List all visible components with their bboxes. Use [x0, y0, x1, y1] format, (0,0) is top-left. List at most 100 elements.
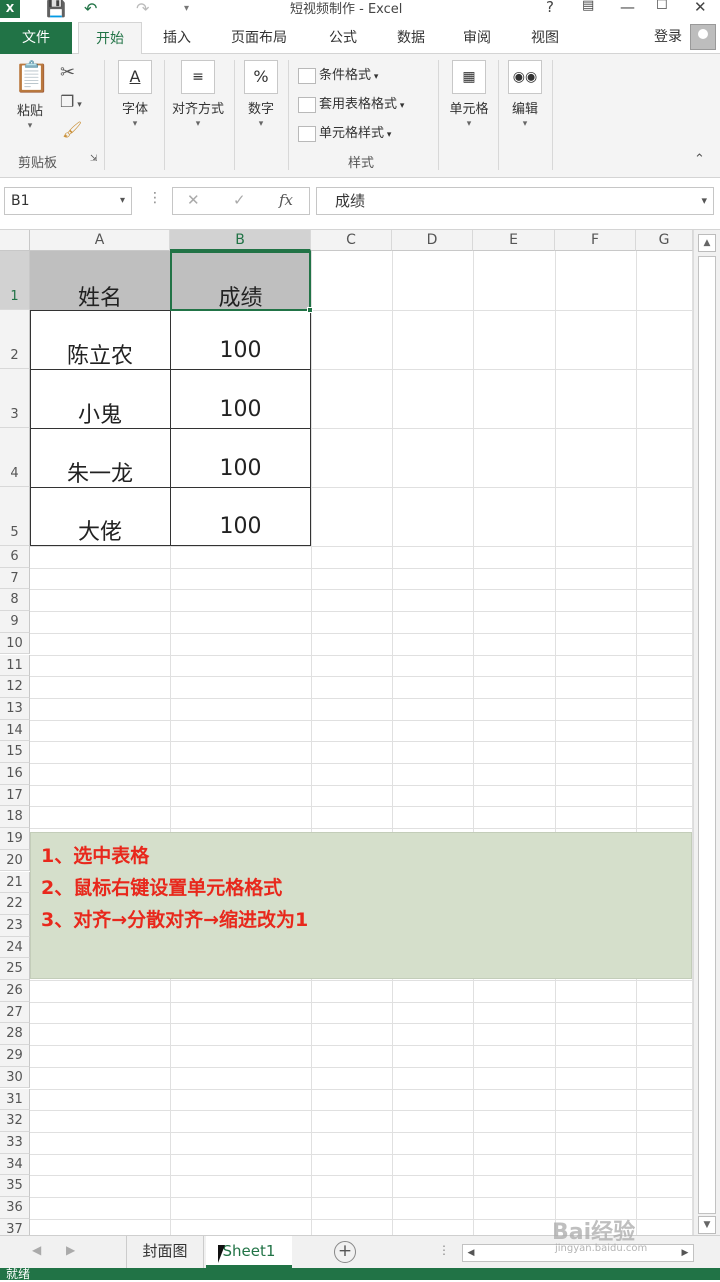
row-header[interactable]: 9 [0, 611, 30, 633]
row-header[interactable]: 30 [0, 1066, 30, 1089]
row-header[interactable]: 32 [0, 1110, 30, 1132]
maximize-icon[interactable]: ☐ [656, 0, 668, 13]
cell-a5[interactable]: 大佬 [30, 514, 170, 546]
tab-data[interactable]: 数据 [384, 22, 438, 54]
row-header[interactable]: 18 [0, 806, 30, 829]
paste-button[interactable]: 📋 粘贴 ▾ [10, 62, 50, 132]
formula-input[interactable]: 成绩 ▾ [316, 187, 714, 215]
format-painter-icon[interactable]: 🖌 [62, 120, 82, 139]
cut-icon[interactable]: ✂ [60, 62, 75, 83]
prev-sheet-icon[interactable]: ◀ [32, 1243, 41, 1257]
row-header[interactable]: 16 [0, 763, 30, 785]
tab-view[interactable]: 视图 [518, 22, 572, 54]
scroll-left-icon[interactable]: ◀ [463, 1245, 479, 1261]
row-header[interactable]: 19 [0, 828, 30, 850]
row-header[interactable]: 14 [0, 719, 30, 742]
cell-a1[interactable]: 姓名 [30, 280, 170, 312]
cell-b4[interactable]: 100 [170, 456, 311, 481]
row-header[interactable]: 26 [0, 980, 30, 1002]
row-header[interactable]: 3 [0, 369, 30, 428]
scroll-right-icon[interactable]: ▶ [677, 1245, 693, 1261]
cancel-icon[interactable]: ✕ [187, 191, 200, 209]
instruction-note[interactable]: 1、选中表格 2、鼠标右键设置单元格格式 3、对齐→分散对齐→缩进改为1 [30, 832, 692, 979]
alignment-button[interactable]: ≡ 对齐方式 ▾ [166, 60, 230, 129]
ribbon-display-options-icon[interactable]: ▤ [582, 0, 594, 13]
scroll-down-icon[interactable]: ▼ [698, 1216, 716, 1234]
row-header[interactable]: 25 [0, 958, 30, 980]
save-icon[interactable]: 💾 [46, 0, 66, 18]
cell-b5[interactable]: 100 [170, 514, 311, 539]
login-link[interactable]: 登录 [654, 22, 682, 52]
insert-function-icon[interactable]: fx [279, 191, 293, 209]
select-all-corner[interactable] [0, 230, 30, 251]
row-header[interactable]: 5 [0, 487, 30, 546]
cell-a3[interactable]: 小鬼 [30, 397, 170, 429]
enter-icon[interactable]: ✓ [233, 191, 246, 209]
column-header-b[interactable]: B [170, 230, 311, 251]
row-header[interactable]: 11 [0, 654, 30, 677]
redo-icon[interactable]: ↷ [136, 0, 149, 18]
row-header[interactable]: 17 [0, 784, 30, 807]
column-header-f[interactable]: F [555, 230, 636, 251]
row-header[interactable]: 36 [0, 1197, 30, 1219]
row-header[interactable]: 1 [0, 251, 30, 310]
row-header[interactable]: 27 [0, 1001, 30, 1024]
cells-button[interactable]: ▦ 单元格 ▾ [444, 60, 494, 129]
row-header[interactable]: 33 [0, 1131, 30, 1154]
column-header-c[interactable]: C [311, 230, 392, 251]
row-header[interactable]: 37 [0, 1218, 30, 1235]
dialog-launcher-icon[interactable]: ⇲ [90, 154, 98, 164]
column-header-g[interactable]: G [636, 230, 693, 251]
vertical-scrollbar[interactable]: ▲ ▼ [693, 230, 720, 1235]
tab-home[interactable]: 开始 [78, 22, 142, 55]
row-header[interactable]: 13 [0, 697, 30, 720]
cell-b3[interactable]: 100 [170, 397, 311, 422]
add-sheet-icon[interactable]: + [334, 1241, 356, 1263]
cell-style-button[interactable]: 单元格样式 ▾ [298, 122, 391, 142]
customize-toolbar-icon[interactable]: ▾ [184, 0, 189, 18]
row-header[interactable]: 2 [0, 310, 30, 369]
row-header[interactable]: 31 [0, 1088, 30, 1111]
conditional-format-button[interactable]: 条件格式 ▾ [298, 64, 378, 84]
font-button[interactable]: A 字体 ▾ [114, 60, 156, 129]
tab-formulas[interactable]: 公式 [316, 22, 370, 54]
row-header[interactable]: 10 [0, 632, 30, 655]
row-header[interactable]: 8 [0, 589, 30, 612]
row-header[interactable]: 21 [0, 871, 30, 894]
row-header[interactable]: 24 [0, 936, 30, 959]
collapse-ribbon-icon[interactable]: ⌃ [694, 152, 705, 167]
scroll-up-icon[interactable]: ▲ [698, 234, 716, 252]
column-header-e[interactable]: E [473, 230, 555, 251]
editing-button[interactable]: ◉◉ 编辑 ▾ [504, 60, 546, 129]
cell-a4[interactable]: 朱一龙 [30, 456, 170, 488]
cell-a2[interactable]: 陈立农 [30, 338, 170, 370]
minimize-icon[interactable]: — [620, 0, 635, 16]
row-header[interactable]: 22 [0, 893, 30, 915]
row-header[interactable]: 20 [0, 849, 30, 872]
row-header[interactable]: 28 [0, 1023, 30, 1046]
row-header[interactable]: 23 [0, 914, 30, 937]
row-header[interactable]: 29 [0, 1045, 30, 1067]
row-header[interactable]: 4 [0, 428, 30, 487]
row-header[interactable]: 34 [0, 1153, 30, 1176]
help-button[interactable]: ? [546, 0, 554, 16]
table-format-button[interactable]: 套用表格格式 ▾ [298, 93, 404, 113]
number-button[interactable]: % 数字 ▾ [240, 60, 282, 129]
name-box[interactable]: B1 ▾ [4, 187, 132, 215]
tab-review[interactable]: 审阅 [450, 22, 504, 54]
tab-page-layout[interactable]: 页面布局 [220, 22, 298, 54]
column-header-d[interactable]: D [392, 230, 473, 251]
copy-icon[interactable]: ❐ ▾ [60, 92, 82, 111]
tab-insert[interactable]: 插入 [150, 22, 204, 54]
close-icon[interactable]: ✕ [694, 0, 707, 16]
row-header[interactable]: 7 [0, 567, 30, 590]
avatar[interactable] [690, 24, 716, 50]
undo-icon[interactable]: ↶ [84, 0, 97, 18]
row-header[interactable]: 35 [0, 1175, 30, 1197]
cell-b2[interactable]: 100 [170, 338, 311, 363]
next-sheet-icon[interactable]: ▶ [66, 1243, 75, 1257]
cell-b1[interactable]: 成绩 [170, 280, 311, 312]
column-header-a[interactable]: A [30, 230, 170, 251]
row-header[interactable]: 6 [0, 546, 30, 568]
scrollbar-thumb[interactable] [698, 256, 716, 1214]
